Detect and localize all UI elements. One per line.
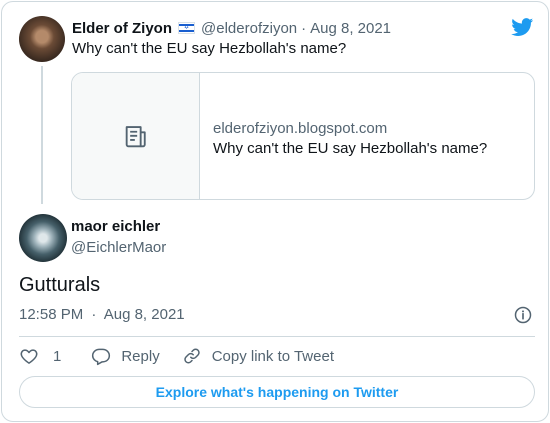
link-preview-title: Why can't the EU say Hezbollah's name? xyxy=(213,140,488,157)
link-preview-thumbnail xyxy=(72,73,200,199)
reply-bubble-icon xyxy=(92,348,111,366)
parent-author-name[interactable]: Elder of Ziyon xyxy=(72,20,172,37)
reply-date: Aug 8, 2021 xyxy=(103,306,185,323)
link-icon xyxy=(183,348,200,364)
reply-author-handle[interactable]: @EichlerMaor xyxy=(71,239,166,256)
link-preview-card[interactable]: elderofziyon.blogspot.com Why can't the … xyxy=(71,72,535,200)
parent-author-avatar[interactable] xyxy=(19,16,65,62)
link-preview-domain: elderofziyon.blogspot.com xyxy=(213,120,388,137)
info-icon[interactable] xyxy=(513,305,533,325)
document-icon xyxy=(125,126,146,148)
reply-author-name[interactable]: maor eichler xyxy=(71,218,160,235)
like-count: 1 xyxy=(53,347,62,365)
embedded-tweet-card: Elder of Ziyon ✡ @elderofziyon · Aug 8, … xyxy=(1,1,549,422)
parent-author-handle[interactable]: @elderofziyon xyxy=(201,20,297,37)
reply-button[interactable]: Reply xyxy=(91,346,160,366)
heart-icon xyxy=(20,349,38,364)
separator-dot: · xyxy=(301,19,307,37)
thread-connector-line xyxy=(41,66,43,204)
parent-tweet-text: Why can't the EU say Hezbollah's name? xyxy=(72,40,347,57)
reply-tweet-text: Gutturals xyxy=(19,274,101,296)
like-button[interactable]: 1 xyxy=(19,346,61,366)
explore-twitter-button[interactable]: Explore what's happening on Twitter xyxy=(19,376,535,408)
copy-link-label: Copy link to Tweet xyxy=(211,347,334,365)
reply-author-avatar[interactable] xyxy=(19,214,67,262)
actions-divider xyxy=(19,336,535,337)
reply-timestamp[interactable]: 12:58 PM · Aug 8, 2021 xyxy=(19,306,185,323)
reply-time: 12:58 PM xyxy=(19,306,84,323)
parent-tweet-date[interactable]: Aug 8, 2021 xyxy=(310,20,391,37)
separator-dot: · xyxy=(91,306,97,323)
tweet-actions-bar: 1 Reply Copy link to Tweet xyxy=(19,345,354,367)
reply-label: Reply xyxy=(121,347,160,365)
parent-tweet-header: Elder of Ziyon ✡ @elderofziyon · Aug 8, … xyxy=(72,18,391,38)
israel-flag-icon: ✡ xyxy=(178,22,196,34)
twitter-bird-icon[interactable] xyxy=(510,16,535,38)
copy-link-button[interactable]: Copy link to Tweet xyxy=(182,346,334,366)
